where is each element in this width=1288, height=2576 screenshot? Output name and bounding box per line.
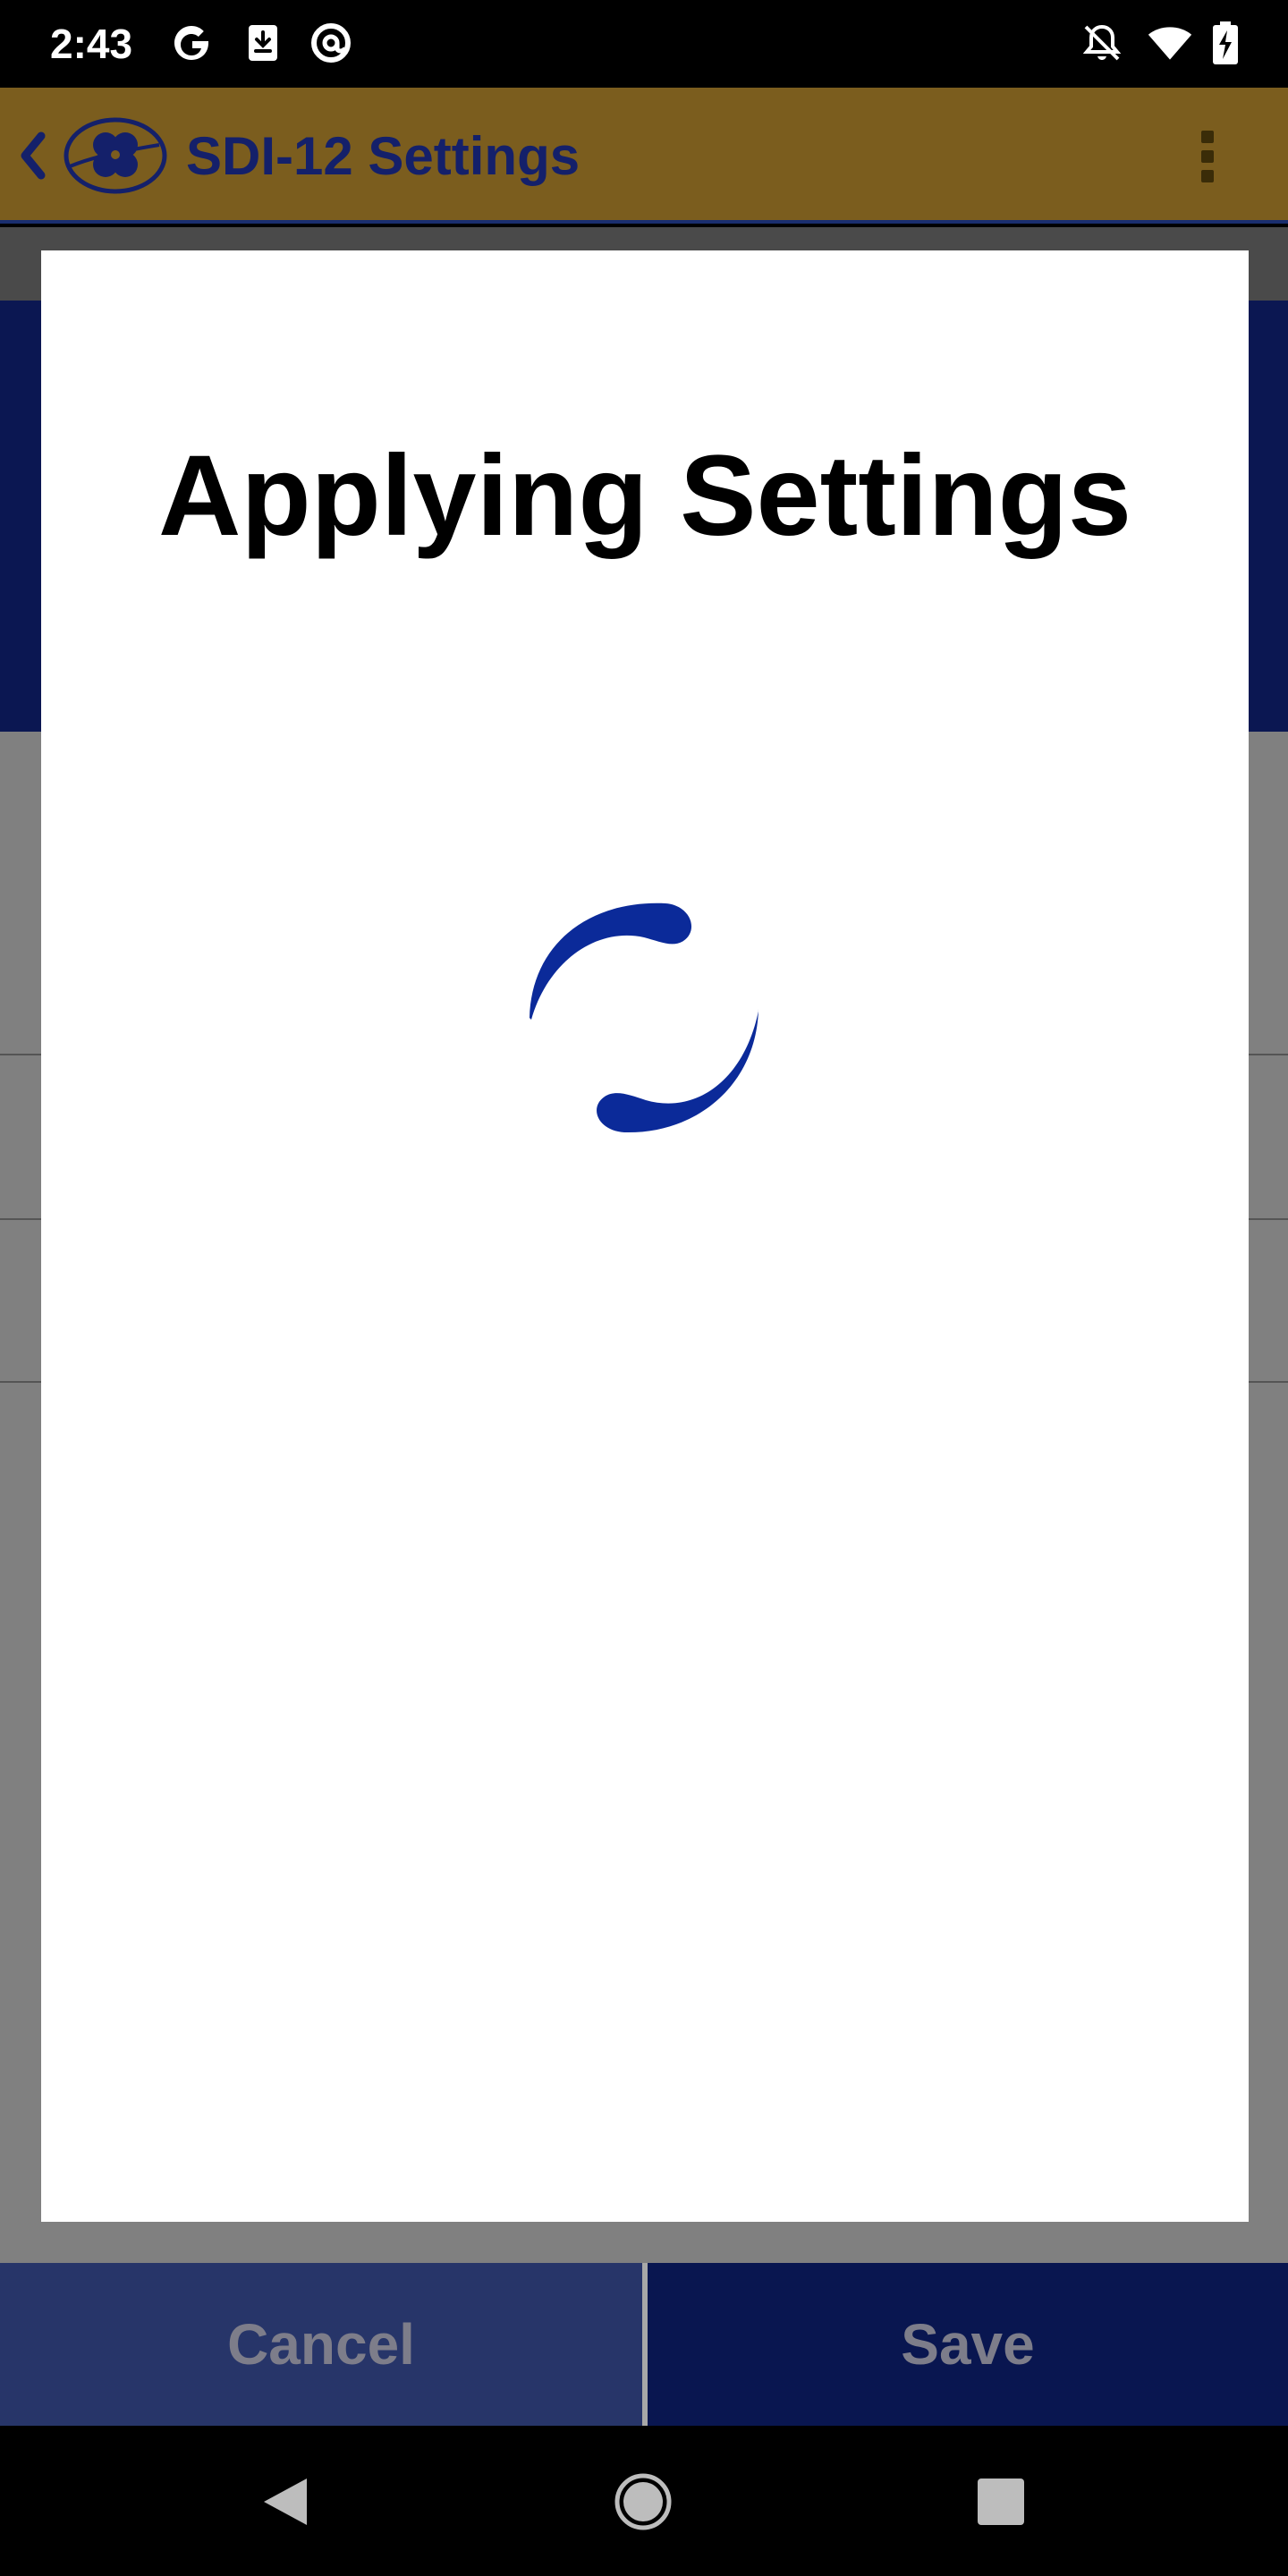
recents-square-icon[interactable] (970, 2470, 1032, 2533)
battery-charging-icon (1202, 20, 1249, 66)
applying-settings-dialog: Applying Settings (41, 250, 1249, 2222)
back-triangle-icon[interactable] (254, 2470, 317, 2533)
save-button[interactable]: Save (648, 2263, 1288, 2426)
back-chevron-icon[interactable] (13, 127, 52, 184)
save-button-label: Save (901, 2312, 1035, 2377)
app-bar: SDI-12 Settings (0, 88, 1288, 224)
cancel-button[interactable]: Cancel (0, 2263, 642, 2426)
overflow-menu-icon[interactable] (1190, 125, 1225, 188)
home-circle-icon[interactable] (612, 2470, 674, 2533)
bottom-action-bar: Cancel Save (0, 2263, 1288, 2426)
page-title: SDI-12 Settings (186, 126, 580, 186)
google-icon (168, 20, 215, 66)
app-logo (63, 114, 168, 197)
notifications-off-icon (1079, 20, 1125, 66)
at-sign-icon (308, 20, 354, 66)
dialog-title: Applying Settings (158, 432, 1131, 560)
wifi-icon (1147, 20, 1193, 66)
download-icon (240, 20, 286, 66)
system-nav-bar (0, 2426, 1288, 2576)
status-bar: 2:43 (0, 0, 1288, 88)
status-time: 2:43 (50, 21, 133, 67)
cancel-button-label: Cancel (227, 2312, 415, 2377)
loading-spinner-icon (515, 891, 775, 1150)
